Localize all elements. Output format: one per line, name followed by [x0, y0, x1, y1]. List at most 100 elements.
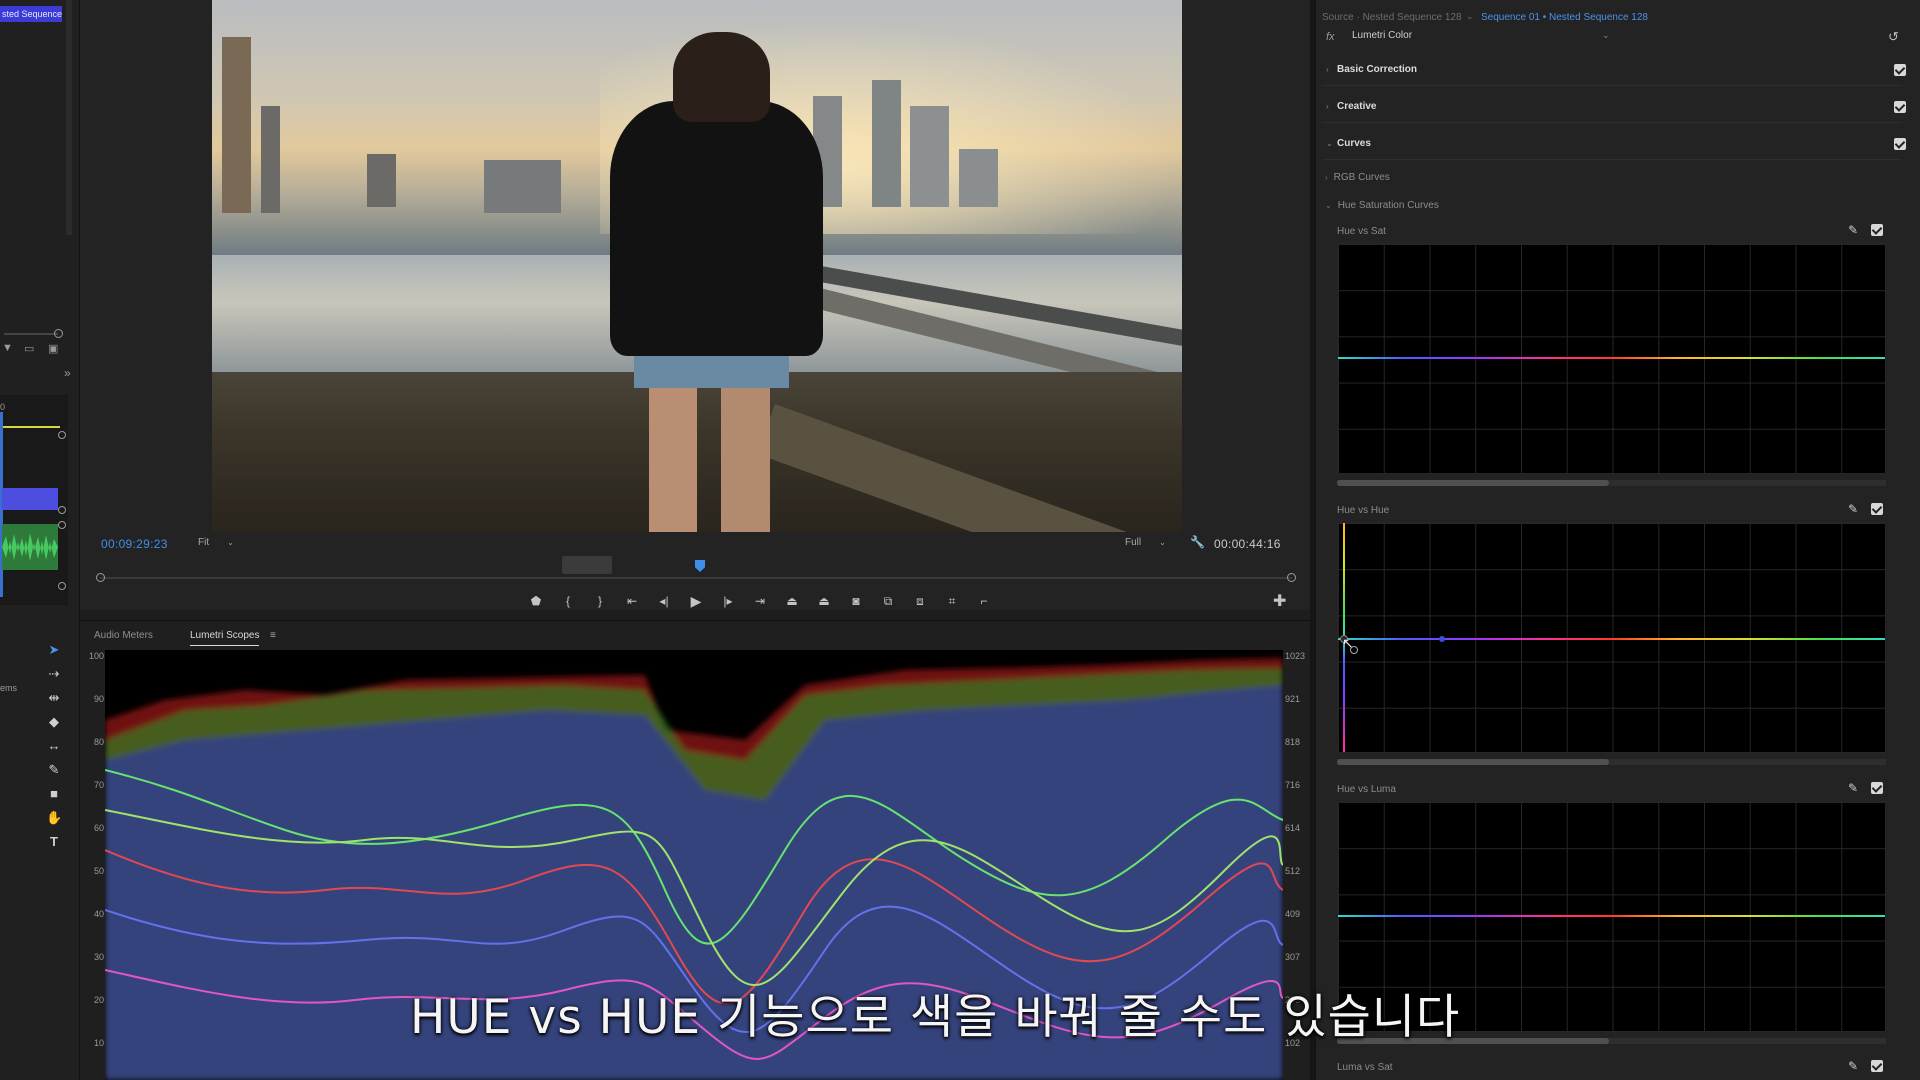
eyedropper-icon[interactable]: ✎	[1848, 1059, 1858, 1073]
subsection-hue-saturation-curves[interactable]: ⌄ Hue Saturation Curves	[1325, 200, 1439, 211]
extract-icon[interactable]: ⏏	[808, 592, 840, 610]
mark-out-icon[interactable]: }	[584, 592, 616, 610]
curve-label-hue-vs-hue: Hue vs Hue	[1337, 505, 1390, 516]
chevron-down-icon: ⌄	[1326, 139, 1333, 148]
chevron-down-icon[interactable]: ⌄	[1466, 11, 1474, 22]
curve-line[interactable]	[1338, 638, 1885, 640]
playback-resolution-select[interactable]: Full ⌄	[1125, 537, 1177, 551]
tab-lumetri-scopes[interactable]: Lumetri Scopes	[190, 630, 260, 646]
step-back-icon[interactable]: ◂|	[648, 592, 680, 610]
sequence-tab[interactable]: sted Sequence 1	[0, 6, 62, 22]
video-preview[interactable]	[212, 0, 1182, 532]
curve-enable-checkbox[interactable]	[1871, 782, 1883, 794]
curve-enable-checkbox[interactable]	[1871, 1060, 1883, 1072]
bin-icon[interactable]: ▣	[48, 342, 58, 355]
curve-enable-checkbox[interactable]	[1871, 503, 1883, 515]
track-scroll-dot[interactable]	[58, 521, 66, 529]
section-enable-checkbox[interactable]	[1894, 64, 1906, 76]
settings-wrench-icon[interactable]: 🔧	[1190, 535, 1205, 549]
hand-icon[interactable]: ✋	[46, 810, 62, 826]
hue-vs-sat-curve[interactable]	[1337, 243, 1886, 474]
zoom-level-select[interactable]: Fit ⌄	[198, 537, 250, 551]
razor-icon[interactable]: ◆	[46, 714, 62, 730]
trim-icon[interactable]: ⌗	[936, 592, 968, 610]
curve-line[interactable]	[1338, 915, 1885, 917]
zoom-level-value: Fit	[198, 537, 210, 548]
rectangle-icon[interactable]: ■	[46, 786, 62, 802]
filter-icon[interactable]: ▼	[2, 342, 13, 354]
ripple-edit-icon[interactable]: ⇹	[46, 690, 62, 706]
zoom-slider-knob[interactable]	[54, 329, 63, 338]
go-to-out-icon[interactable]: ⇥	[744, 592, 776, 610]
chevron-down-icon: ⌄	[227, 538, 234, 547]
comparison-icon[interactable]: ⌐	[968, 592, 1000, 610]
zoom-slider-track[interactable]	[4, 333, 58, 335]
slip-icon[interactable]: ↔	[46, 738, 62, 754]
panel-text-fragment: ems	[0, 683, 18, 693]
in-out-range[interactable]	[562, 556, 612, 574]
playback-scrubber[interactable]	[100, 577, 1292, 579]
scale-label-right: 512	[1285, 866, 1301, 876]
track-select-icon[interactable]: ⇢	[46, 666, 62, 682]
eyedropper-icon[interactable]: ✎	[1848, 781, 1858, 795]
type-icon[interactable]: T	[46, 834, 62, 850]
button-editor-add-icon[interactable]: ✚	[1273, 591, 1286, 611]
source-clip-label[interactable]: Source · Nested Sequence 128	[1322, 12, 1462, 23]
new-item-icon[interactable]: ▭	[24, 342, 34, 355]
chevron-down-icon[interactable]: ⌄	[1602, 30, 1610, 41]
panel-menu-icon[interactable]: ≡	[270, 630, 276, 641]
scale-label-left: 10	[93, 1038, 104, 1048]
video-clip[interactable]	[2, 488, 58, 510]
camera-icon[interactable]: ◙	[840, 592, 872, 610]
scrubber-zoom-handle-left[interactable]	[96, 573, 105, 582]
go-to-in-icon[interactable]: ⇤	[616, 592, 648, 610]
chevron-right-icon: ›	[1326, 102, 1329, 111]
subsection-rgb-curves[interactable]: › RGB Curves	[1325, 172, 1390, 183]
section-curves[interactable]: ⌄ Curves	[1322, 130, 1906, 160]
mark-in-icon[interactable]: {	[552, 592, 584, 610]
marker-icon[interactable]: ⬟	[520, 592, 552, 610]
curve-control-point[interactable]	[1439, 636, 1445, 642]
hue-vs-hue-curve[interactable]: ↖	[1337, 522, 1886, 753]
play-icon[interactable]: ▶	[680, 592, 712, 610]
track-scroll-dot[interactable]	[58, 582, 66, 590]
curve-range-scrollbar[interactable]	[1337, 480, 1886, 486]
scrollbar-thumb[interactable]	[1337, 480, 1609, 486]
section-creative[interactable]: › Creative	[1322, 93, 1906, 123]
reset-icon[interactable]: ↺	[1888, 29, 1899, 45]
curve-line[interactable]	[1338, 357, 1885, 359]
scrubber-zoom-handle-right[interactable]	[1287, 573, 1296, 582]
step-forward-icon[interactable]: |▸	[712, 592, 744, 610]
audio-clip[interactable]	[2, 524, 58, 570]
effect-select[interactable]: Lumetri Color	[1344, 30, 1614, 46]
track-label: 0	[0, 402, 6, 412]
curve-enable-checkbox[interactable]	[1871, 224, 1883, 236]
track-scroll-dot[interactable]	[58, 431, 66, 439]
selection-tool-icon[interactable]: ➤	[46, 642, 62, 658]
lift-icon[interactable]: ⏏	[776, 592, 808, 610]
insert-icon[interactable]: ⧉	[872, 592, 904, 610]
section-label: Creative	[1337, 101, 1377, 112]
work-area-bar[interactable]	[0, 426, 60, 428]
section-enable-checkbox[interactable]	[1894, 138, 1906, 150]
section-enable-checkbox[interactable]	[1894, 101, 1906, 113]
expand-panels-icon[interactable]: »	[64, 366, 71, 380]
building	[260, 106, 280, 213]
curve-range-scrollbar[interactable]	[1337, 759, 1886, 765]
playback-resolution-value: Full	[1125, 537, 1142, 548]
section-basic-correction[interactable]: › Basic Correction	[1322, 56, 1906, 86]
scale-label-left: 100	[88, 651, 104, 661]
tools-panel: ➤ ⇢ ⇹ ◆ ↔ ✎ ■ ✋ T	[38, 636, 68, 856]
pen-icon[interactable]: ✎	[46, 762, 62, 778]
overwrite-icon[interactable]: ⧈	[904, 592, 936, 610]
eyedropper-icon[interactable]: ✎	[1848, 223, 1858, 237]
scale-label-right: 818	[1285, 737, 1301, 747]
left-scrollbar[interactable]	[66, 0, 72, 235]
sequence-clip-label[interactable]: Sequence 01 • Nested Sequence 128	[1481, 12, 1648, 23]
transport-controls: ⬟ { } ⇤ ◂| ▶ |▸ ⇥ ⏏ ⏏ ◙ ⧉ ⧈ ⌗ ⌐	[520, 592, 1000, 610]
scrollbar-thumb[interactable]	[1337, 759, 1609, 765]
playhead-timecode[interactable]: 00:09:29:23	[101, 537, 168, 551]
eyedropper-icon[interactable]: ✎	[1848, 502, 1858, 516]
tab-audio-meters[interactable]: Audio Meters	[94, 630, 153, 641]
track-scroll-dot[interactable]	[58, 506, 66, 514]
